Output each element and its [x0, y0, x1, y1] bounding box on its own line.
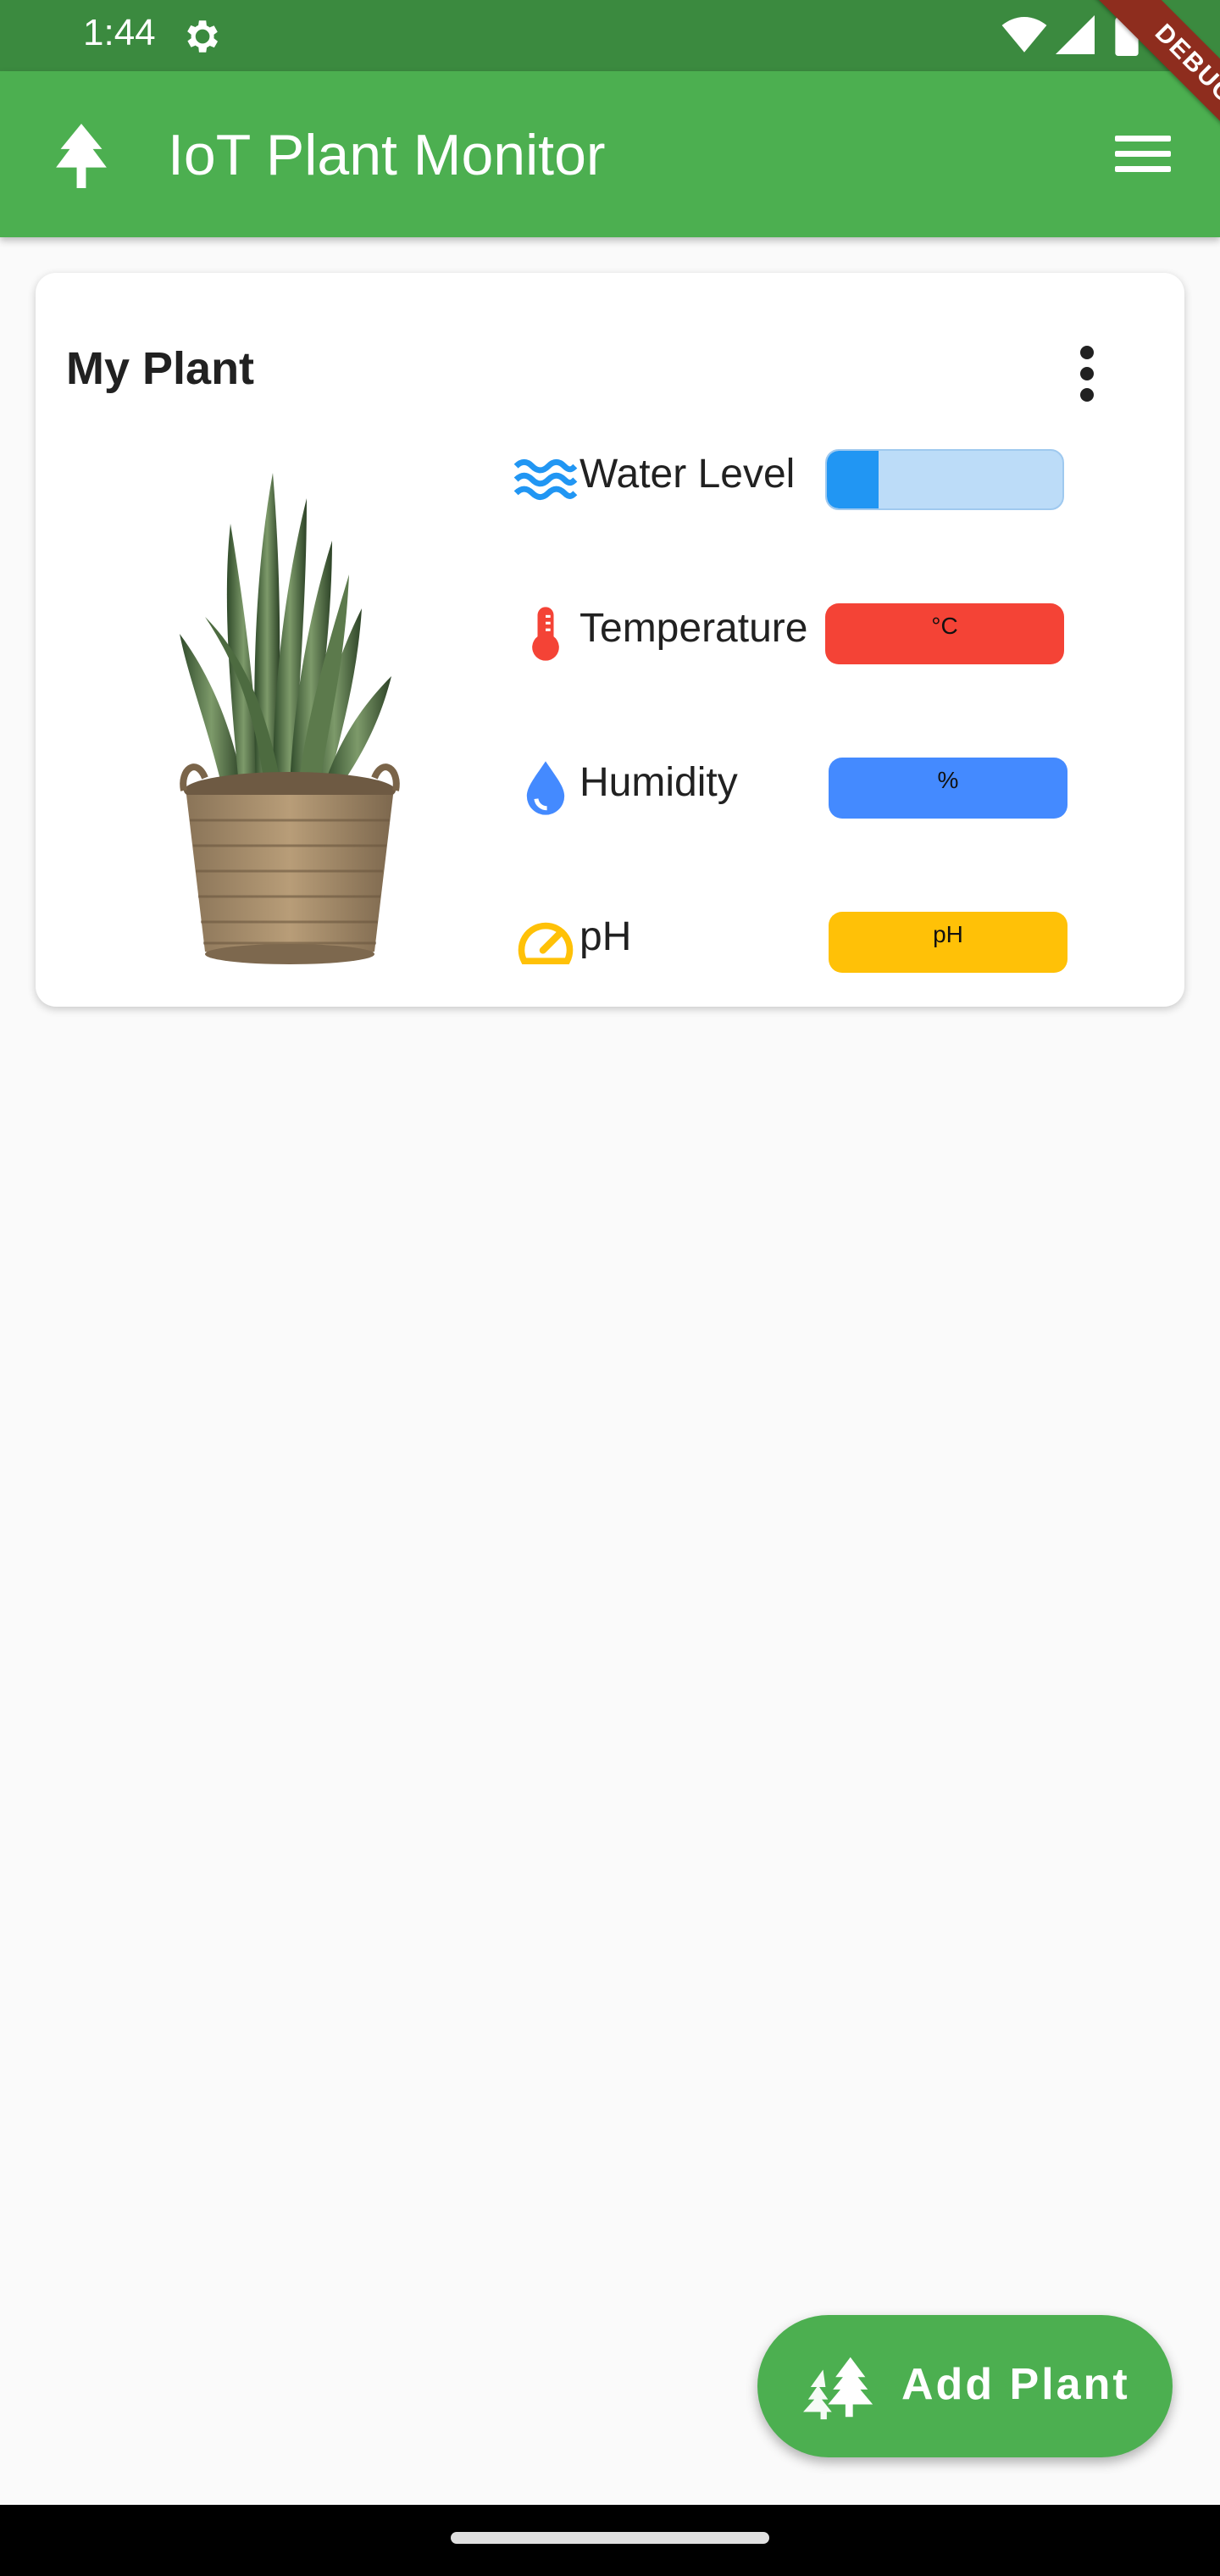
- water-drop-icon: [526, 761, 565, 815]
- home-indicator[interactable]: [451, 2532, 769, 2544]
- ph-bar: pH: [829, 912, 1068, 973]
- app-title: IoT Plant Monitor: [168, 123, 606, 187]
- humidity-bar: %: [829, 758, 1068, 819]
- add-plant-button[interactable]: Add Plant: [757, 2315, 1173, 2457]
- water-level-bar: [825, 449, 1064, 510]
- sensor-label-water: Water Level: [580, 452, 796, 497]
- water-level-fill: [827, 451, 879, 508]
- sensor-label-humidity: Humidity: [580, 760, 738, 805]
- hamburger-menu-icon[interactable]: [1115, 130, 1183, 181]
- navigation-bar: [0, 2505, 1220, 2576]
- forest-icon: [803, 2357, 873, 2420]
- waves-icon: [513, 458, 578, 501]
- app-bar: IoT Plant Monitor: [0, 71, 1220, 237]
- settings-icon: [187, 20, 218, 53]
- status-time: 1:44: [83, 12, 156, 53]
- sensor-label-temperature: Temperature: [580, 606, 808, 651]
- sensor-label-ph: pH: [580, 914, 632, 959]
- plant-image: [180, 473, 400, 964]
- add-plant-label: Add Plant: [901, 2360, 1130, 2409]
- wifi-icon: [1001, 17, 1047, 53]
- status-bar: 1:44: [0, 0, 1220, 71]
- plant-name: My Plant: [66, 343, 255, 394]
- more-vert-icon[interactable]: [1064, 346, 1110, 410]
- tree-icon: [56, 124, 107, 188]
- temperature-bar: °C: [825, 603, 1064, 664]
- speed-gauge-icon: [518, 922, 574, 964]
- plant-card[interactable]: My Plant Water Level Temperature °C Humi…: [36, 273, 1184, 1007]
- thermometer-icon: [532, 607, 559, 661]
- signal-icon: [1056, 15, 1095, 54]
- screen: 1:44 IoT Plant Monitor DEBUG My Plant Wa…: [0, 0, 1220, 2576]
